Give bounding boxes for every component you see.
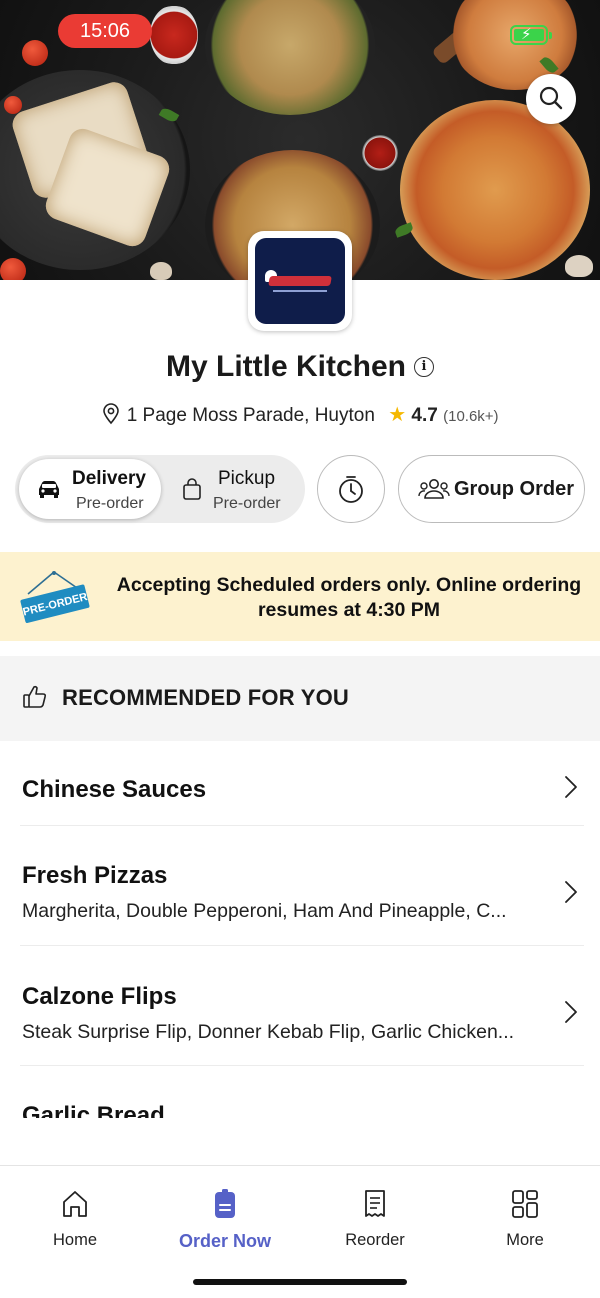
search-button[interactable]	[526, 74, 576, 124]
recommended-label: RECOMMENDED FOR YOU	[62, 685, 349, 710]
nav-order-now-label: Order Now	[178, 1231, 271, 1251]
category-desc: Steak Surprise Flip, Donner Kebab Flip, …	[22, 1021, 515, 1043]
info-icon[interactable]: i	[414, 357, 434, 377]
delivery-sub: Pre-order	[76, 495, 144, 512]
sauce-bowl-image	[362, 135, 398, 171]
banner-text: Accepting Scheduled orders only. Online …	[116, 574, 582, 621]
pickup-label: Pickup	[218, 468, 276, 489]
schedule-button[interactable]	[317, 455, 385, 523]
tomato-image	[0, 258, 26, 280]
category-name: Calzone Flips	[22, 983, 177, 1010]
preorder-sign-icon: PRE-ORDER	[20, 571, 90, 623]
nav-reorder-label: Reorder	[345, 1231, 405, 1249]
chevron-right-icon	[565, 1001, 577, 1023]
category-name: Chinese Sauces	[22, 776, 207, 803]
rating-count[interactable]: (10.6k+)	[443, 408, 498, 425]
restaurant-name: My Little Kitchen	[165, 350, 406, 383]
order-mode-toggle: Delivery Pre-order Pickup Pre-order	[15, 455, 305, 523]
pizza-image	[400, 100, 590, 280]
mushroom-image	[150, 262, 172, 280]
bag-icon	[183, 478, 201, 500]
sauce-bowl-image	[150, 5, 198, 65]
category-row[interactable]: Calzone Flips Steak Surprise Flip, Donne…	[0, 946, 600, 1065]
group-order-button[interactable]: Group Order	[398, 455, 585, 523]
tomato-image	[22, 40, 48, 66]
category-row[interactable]: Fresh Pizzas Margherita, Double Pepperon…	[0, 826, 600, 945]
timer-icon	[338, 475, 363, 503]
nav-more-label: More	[506, 1231, 544, 1249]
category-name: Fresh Pizzas	[22, 862, 168, 889]
divider	[20, 1065, 584, 1066]
chevron-right-icon	[565, 776, 577, 798]
home-icon	[63, 1191, 87, 1217]
order-icon	[215, 1189, 235, 1218]
tomato-image	[4, 96, 22, 114]
category-desc: Margherita, Double Pepperoni, Ham And Pi…	[22, 900, 507, 922]
nav-more[interactable]: More	[465, 1188, 585, 1250]
grid-icon	[512, 1190, 538, 1218]
nav-reorder[interactable]: Reorder	[315, 1188, 435, 1250]
delivery-option[interactable]: Delivery Pre-order	[19, 459, 161, 519]
search-icon	[539, 86, 563, 110]
fried-rice-image	[205, 0, 375, 115]
restaurant-meta: 1 Page Moss Parade, Huyton ★ 4.7 (10.6k+…	[0, 402, 600, 427]
battery-icon: ⚡	[510, 25, 552, 45]
mushroom-image	[565, 255, 593, 277]
nav-home-label: Home	[52, 1231, 97, 1249]
restaurant-logo	[248, 231, 352, 331]
delivery-label: Delivery	[72, 468, 146, 489]
location-pin-icon	[103, 403, 120, 425]
category-row[interactable]: Chinese Sauces	[0, 741, 600, 825]
recommended-header: RECOMMENDED FOR YOU	[0, 656, 600, 741]
star-icon: ★	[388, 404, 407, 426]
preorder-banner: PRE-ORDER Accepting Scheduled orders onl…	[0, 552, 600, 641]
herb-image	[393, 222, 415, 238]
group-order-label: Group Order	[454, 478, 575, 500]
pickup-sub: Pre-order	[213, 495, 281, 512]
thumbs-up-icon	[23, 685, 47, 708]
group-icon	[418, 479, 450, 499]
nav-order-now[interactable]: Order Now	[165, 1188, 285, 1252]
restaurant-title: My Little Kitchen i	[0, 350, 600, 384]
nav-home[interactable]: Home	[15, 1188, 135, 1250]
pickup-option[interactable]: Pickup Pre-order	[165, 459, 301, 519]
chevron-right-icon	[565, 881, 577, 903]
category-name[interactable]: Garlic Bread	[22, 1101, 165, 1118]
home-indicator[interactable]	[193, 1279, 407, 1285]
restaurant-address[interactable]: 1 Page Moss Parade, Huyton	[127, 405, 375, 426]
status-time: 15:06	[58, 14, 152, 48]
receipt-icon	[365, 1190, 385, 1217]
car-icon	[39, 481, 59, 498]
rating-value: 4.7	[411, 405, 438, 426]
